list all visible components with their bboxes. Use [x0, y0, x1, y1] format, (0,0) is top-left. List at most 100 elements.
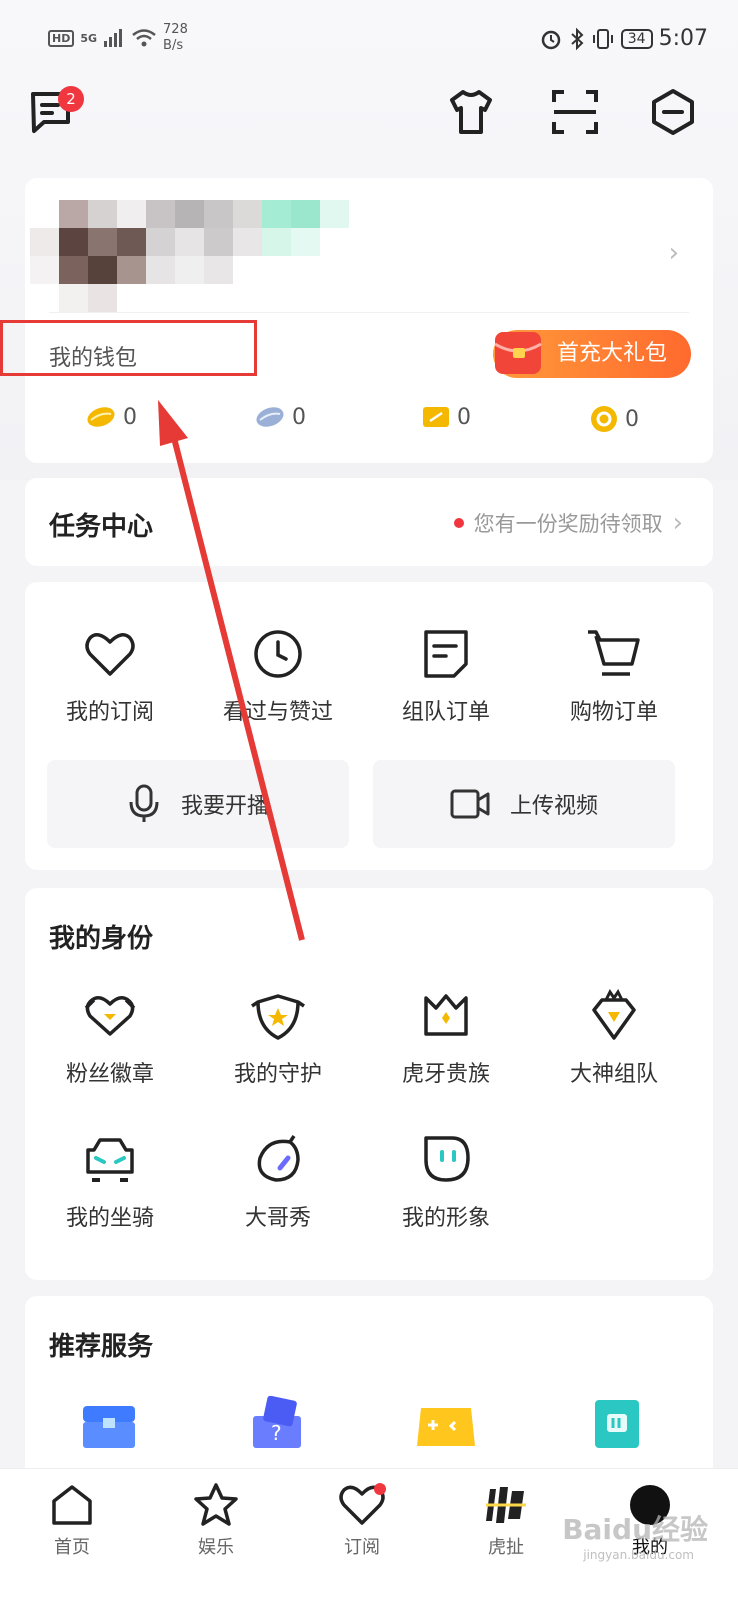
- net-speed: 728 B/s: [163, 22, 188, 54]
- big-brother-label: 大哥秀: [244, 1206, 311, 1231]
- my-avatar-item[interactable]: 我的形象: [361, 1132, 531, 1232]
- network-type: 5G: [80, 31, 98, 45]
- treasure-chest-icon[interactable]: [79, 1400, 139, 1450]
- tab-subscription[interactable]: 订阅: [312, 1481, 412, 1559]
- silver-bean-value: 0: [292, 404, 306, 430]
- team-order-label: 组队订单: [401, 700, 490, 725]
- wallet-balances: 0 0 0 0: [25, 404, 713, 444]
- huche-icon: [486, 1487, 526, 1523]
- divider: [49, 312, 689, 313]
- upload-video-button[interactable]: 上传视频: [373, 760, 675, 848]
- status-bar: HD 5G 728 B/s 34 5:07: [0, 0, 738, 84]
- ticket-icon: [423, 407, 449, 427]
- identity-card: 我的身份 粉丝徽章 我的守护 虎牙贵族 大神组队 我的坐骑 大哥秀 我的形象: [25, 888, 713, 1280]
- vibrate-icon: [592, 28, 613, 49]
- coin-value: 0: [625, 406, 639, 432]
- star-icon: [194, 1483, 238, 1526]
- battery-indicator: 34: [620, 28, 653, 49]
- gold-bean-value: 0: [123, 404, 137, 430]
- outfit-icon[interactable]: [446, 88, 496, 136]
- video-camera-icon: [450, 789, 490, 819]
- shopping-order-item[interactable]: 购物订单: [529, 626, 699, 726]
- tab-home-label: 首页: [54, 1537, 90, 1558]
- silver-bean-icon: [256, 407, 284, 427]
- game-ticket-icon[interactable]: [415, 1404, 477, 1450]
- reward-dot: [453, 518, 464, 528]
- coin-balance[interactable]: 0: [589, 404, 639, 434]
- status-time: 5:07: [658, 26, 708, 51]
- tab-subscription-label: 订阅: [344, 1537, 380, 1558]
- gift-button-label: 首充大礼包: [557, 341, 668, 366]
- master-team-item[interactable]: 大神组队: [529, 988, 699, 1088]
- my-mount-item[interactable]: 我的坐骑: [25, 1132, 195, 1232]
- watched-liked-label: 看过与赞过: [222, 700, 333, 725]
- car-mount-icon: [86, 1138, 134, 1182]
- tab-home[interactable]: 首页: [22, 1481, 122, 1559]
- hd-indicator: HD: [48, 29, 75, 47]
- clock-icon: [254, 630, 302, 678]
- services-title: 推荐服务: [49, 1332, 154, 1362]
- scan-icon[interactable]: [550, 88, 600, 136]
- identity-title: 我的身份: [49, 924, 154, 954]
- heart-icon: [85, 633, 135, 676]
- tab-entertainment[interactable]: 娱乐: [166, 1481, 266, 1559]
- my-mount-label: 我的坐骑: [65, 1206, 154, 1231]
- tab-huche-label: 虎扯: [488, 1537, 524, 1558]
- my-guard-item[interactable]: 我的守护: [193, 988, 363, 1088]
- upload-video-label: 上传视频: [509, 794, 598, 819]
- master-team-label: 大神组队: [569, 1062, 658, 1087]
- guard-shield-icon: [251, 994, 305, 1040]
- my-guard-label: 我的守护: [233, 1062, 322, 1087]
- mystery-box-icon[interactable]: ?: [247, 1396, 307, 1450]
- cart-icon: [588, 630, 640, 676]
- chevron-right-icon: ›: [672, 508, 683, 538]
- watched-liked-item[interactable]: 看过与赞过: [193, 626, 363, 726]
- go-live-button[interactable]: 我要开播: [47, 760, 349, 848]
- microphone-icon: [129, 784, 159, 822]
- services-card: 推荐服务 ?: [25, 1296, 713, 1496]
- red-envelope-icon: [494, 332, 542, 374]
- noble-crown-icon: [424, 994, 468, 1036]
- my-avatar-label: 我的形象: [401, 1206, 490, 1231]
- huya-noble-label: 虎牙贵族: [401, 1062, 490, 1087]
- huya-noble-item[interactable]: 虎牙贵族: [361, 988, 531, 1088]
- settings-hex-icon[interactable]: [648, 88, 698, 136]
- wifi-icon: [132, 29, 156, 47]
- fan-badge-icon: [84, 996, 136, 1036]
- my-subscription-item[interactable]: 我的订阅: [25, 626, 195, 726]
- task-center-card[interactable]: 任务中心 您有一份奖励待领取 ›: [25, 478, 713, 566]
- ticket-value: 0: [457, 404, 471, 430]
- my-subscription-label: 我的订阅: [65, 700, 154, 725]
- message-badge: 2: [58, 86, 84, 112]
- header-toolbar: 2: [0, 86, 738, 138]
- heart-icon: [339, 1483, 386, 1525]
- annotation-highlight-box: [0, 320, 257, 376]
- master-team-icon: [592, 989, 636, 1040]
- go-live-label: 我要开播: [180, 794, 269, 819]
- team-order-item[interactable]: 组队订单: [361, 626, 531, 726]
- silver-bean-balance[interactable]: 0: [254, 404, 306, 430]
- big-brother-icon: [257, 1135, 300, 1182]
- tab-huche[interactable]: 虎扯: [456, 1481, 556, 1559]
- big-brother-show-item[interactable]: 大哥秀: [193, 1132, 363, 1232]
- gold-bean-balance[interactable]: 0: [85, 404, 137, 430]
- profile-chevron-icon[interactable]: ›: [669, 238, 679, 268]
- net-speed-unit: B/s: [163, 38, 184, 53]
- gold-coin-icon: [591, 406, 617, 432]
- fan-badge-item[interactable]: 粉丝徽章: [25, 988, 195, 1088]
- alarm-icon: [541, 30, 561, 49]
- ticket-balance[interactable]: 0: [421, 404, 471, 430]
- teal-card-icon[interactable]: [591, 1396, 643, 1450]
- task-center-title: 任务中心: [49, 512, 154, 542]
- bluetooth-icon: [571, 27, 584, 50]
- gold-bean-icon: [87, 407, 115, 427]
- avatar-mosaic[interactable]: [30, 200, 378, 312]
- shopping-order-label: 购物订单: [569, 700, 658, 725]
- watermark-sub: jingyan.baidu.com: [583, 1548, 694, 1562]
- fan-badge-label: 粉丝徽章: [65, 1062, 154, 1087]
- net-speed-value: 728: [163, 22, 188, 37]
- task-reward-tip[interactable]: 您有一份奖励待领取 ›: [453, 508, 683, 538]
- watermark: Baidu经验: [562, 1513, 708, 1546]
- first-recharge-gift-button[interactable]: 首充大礼包: [493, 330, 691, 378]
- signal-icon: [104, 29, 123, 47]
